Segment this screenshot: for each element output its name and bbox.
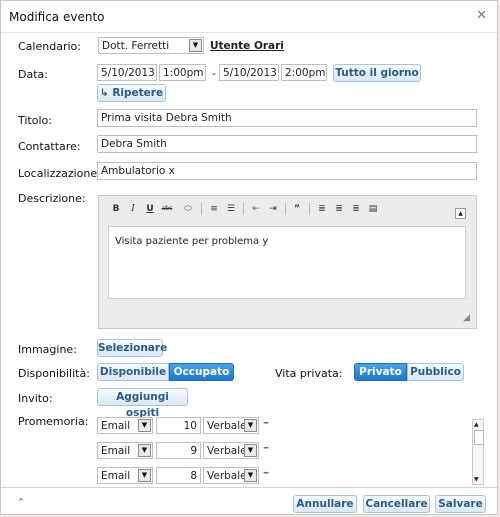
chevron-down-icon[interactable]: ▼ xyxy=(244,469,257,482)
chevron-down-icon[interactable]: ▼ xyxy=(138,419,151,432)
title-label: Titolo: xyxy=(18,114,52,127)
chevron-down-icon[interactable]: ▼ xyxy=(244,444,257,457)
edit-event-dialog: Modifica evento ✕ Calendario: Dott. Ferr… xyxy=(0,0,498,515)
calendar-select-value: Dott. Ferretti xyxy=(102,40,170,52)
eraser-icon[interactable]: ⬭ xyxy=(181,202,195,216)
privacy-private[interactable]: Privato xyxy=(354,363,407,381)
availability-label: Disponibilità: xyxy=(18,367,90,380)
reminder-amount-input[interactable]: 10 xyxy=(156,417,201,434)
numbered-list-icon[interactable]: ≡ xyxy=(207,202,221,216)
chevron-down-icon[interactable]: ▼ xyxy=(244,419,257,432)
repeat-icon: ↳ xyxy=(99,87,109,99)
title-input[interactable]: Prima visita Debra Smith xyxy=(97,109,477,127)
utente-orari-link[interactable]: Utente Orari xyxy=(210,40,284,52)
end-date-input[interactable]: 5/10/2013 xyxy=(219,64,279,81)
calendar-select[interactable]: Dott. Ferretti ▼ xyxy=(98,37,204,54)
cancel-button[interactable]: Annullare xyxy=(293,495,357,513)
dialog-titlebar: Modifica evento ✕ xyxy=(1,1,497,33)
toolbar-divider xyxy=(309,203,310,215)
date-label: Data: xyxy=(18,68,48,81)
justify-icon[interactable]: ▤ xyxy=(366,202,380,216)
toolbar-divider xyxy=(285,203,286,215)
footer-divider xyxy=(1,487,497,488)
close-icon[interactable]: ✕ xyxy=(476,8,487,23)
editor-toolbar: B I U abc ⬭ ≡ ☰ ⇤ ⇥ ” ≣ ≣ ≣ ▤ xyxy=(109,202,461,218)
description-label: Descrizione: xyxy=(18,192,86,205)
remove-reminder-icon[interactable]: – xyxy=(263,465,269,479)
location-label: Localizzazione: xyxy=(18,167,101,180)
toolbar-divider xyxy=(243,203,244,215)
repeat-label: Ripetere xyxy=(112,87,164,99)
all-day-button[interactable]: Tutto il giorno xyxy=(333,64,421,82)
resize-handle-icon[interactable]: ◢ xyxy=(463,313,470,323)
blockquote-icon[interactable]: ” xyxy=(290,202,304,216)
availability-available[interactable]: Disponibile xyxy=(97,363,169,381)
bullet-list-icon[interactable]: ☰ xyxy=(224,202,238,216)
strikethrough-icon[interactable]: abc xyxy=(160,202,174,216)
reminder-amount-input[interactable]: 8 xyxy=(156,467,201,484)
end-time-input[interactable]: 2:00pm xyxy=(281,64,327,81)
chevron-down-icon[interactable]: ▼ xyxy=(138,444,151,457)
toolbar-divider xyxy=(201,203,202,215)
chevron-down-icon[interactable]: ▼ xyxy=(138,469,151,482)
delete-button[interactable]: Cancellare xyxy=(363,495,430,513)
privacy-label: Vita privata: xyxy=(275,367,343,380)
start-date-input[interactable]: 5/10/2013 xyxy=(97,64,157,81)
reminders-scrollbar[interactable]: ▲ ▼ xyxy=(472,419,484,485)
editor-expand-icon[interactable]: ▲ xyxy=(455,208,466,219)
reminder-amount-input[interactable]: 9 xyxy=(156,442,201,459)
bold-icon[interactable]: B xyxy=(109,202,123,216)
calendar-label: Calendario: xyxy=(18,40,81,53)
availability-busy[interactable]: Occupato xyxy=(169,363,234,381)
underline-icon[interactable]: U xyxy=(143,202,157,216)
remove-reminder-icon[interactable]: – xyxy=(263,415,269,429)
italic-icon[interactable]: I xyxy=(126,202,140,216)
reminder-mode-select[interactable]: Verbale ▼ xyxy=(203,442,259,459)
reminder-type-value: Email xyxy=(101,445,131,457)
dialog-title: Modifica evento xyxy=(9,10,105,24)
reminder-mode-select[interactable]: Verbale ▼ xyxy=(203,417,259,434)
align-center-icon[interactable]: ≣ xyxy=(332,202,346,216)
start-time-input[interactable]: 1:00pm xyxy=(159,64,206,81)
scroll-down-icon[interactable]: ▼ xyxy=(474,476,479,483)
scrollbar-thumb[interactable] xyxy=(474,430,484,445)
chevron-down-icon[interactable]: ▼ xyxy=(189,39,202,52)
image-label: Immagine: xyxy=(18,343,77,356)
align-right-icon[interactable]: ≣ xyxy=(349,202,363,216)
privacy-public[interactable]: Pubblico xyxy=(407,363,464,381)
description-editor: B I U abc ⬭ ≡ ☰ ⇤ ⇥ ” ≣ ≣ ≣ ▤ ▲ Visita p… xyxy=(98,195,477,329)
reminder-mode-value: Verbale xyxy=(207,445,247,457)
remove-reminder-icon[interactable]: – xyxy=(263,440,269,454)
reminder-type-select[interactable]: Email ▼ xyxy=(97,467,153,484)
contact-label: Contattare: xyxy=(18,140,81,153)
reminder-mode-value: Verbale xyxy=(207,470,247,482)
description-content[interactable]: Visita paziente per problema y xyxy=(108,226,466,299)
reminder-type-value: Email xyxy=(101,420,131,432)
repeat-button[interactable]: ↳ Ripetere xyxy=(97,84,166,102)
add-guests-button[interactable]: Aggiungi ospiti xyxy=(97,388,188,419)
indent-icon[interactable]: ⇥ xyxy=(266,202,280,216)
reminder-type-select[interactable]: Email ▼ xyxy=(97,417,153,434)
reminder-type-select[interactable]: Email ▼ xyxy=(97,442,153,459)
reminders-label: Promemoria: xyxy=(18,415,89,428)
select-image-button[interactable]: Selezionare xyxy=(97,339,167,357)
location-input[interactable]: Ambulatorio x xyxy=(97,162,477,180)
outdent-icon[interactable]: ⇤ xyxy=(249,202,263,216)
reminder-type-value: Email xyxy=(101,470,131,482)
reminder-mode-select[interactable]: Verbale ▼ xyxy=(203,467,259,484)
scroll-up-icon[interactable]: ▲ xyxy=(474,421,479,428)
contact-input[interactable]: Debra Smith xyxy=(97,135,477,153)
collapse-icon[interactable]: ˆ xyxy=(18,497,24,511)
reminder-mode-value: Verbale xyxy=(207,420,247,432)
save-button[interactable]: Salvare xyxy=(435,495,486,513)
align-left-icon[interactable]: ≣ xyxy=(315,202,329,216)
invite-label: Invito: xyxy=(18,392,53,405)
date-separator: - xyxy=(212,67,216,80)
